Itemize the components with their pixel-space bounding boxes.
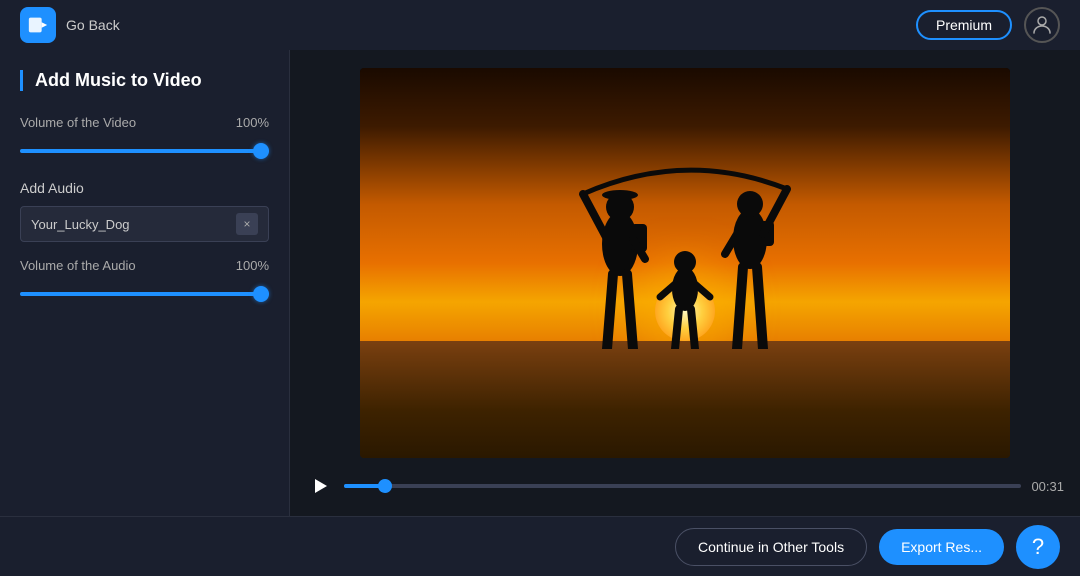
audio-volume-control: Volume of the Audio 100%	[20, 258, 269, 301]
silhouettes-svg	[555, 139, 815, 349]
header-right: Premium	[916, 7, 1060, 43]
video-volume-control: Volume of the Video 100%	[20, 115, 269, 158]
video-preview	[360, 68, 1010, 458]
audio-volume-slider[interactable]	[20, 292, 269, 296]
continue-other-tools-button[interactable]: Continue in Other Tools	[675, 528, 867, 566]
video-volume-slider[interactable]	[20, 149, 269, 153]
video-area: 00:31	[290, 50, 1080, 516]
audio-volume-label: Volume of the Audio	[20, 258, 136, 273]
audio-file-input-row: Your_Lucky_Dog ×	[20, 206, 269, 242]
time-display: 00:31	[1031, 479, 1064, 494]
help-icon: ?	[1032, 534, 1044, 560]
video-volume-label: Volume of the Video	[20, 115, 136, 130]
video-wrapper	[302, 62, 1068, 464]
add-audio-section-label: Add Audio	[20, 180, 269, 196]
help-button[interactable]: ?	[1016, 525, 1060, 569]
progress-thumb	[378, 479, 392, 493]
video-controls: 00:31	[302, 464, 1068, 504]
video-scene	[360, 68, 1010, 458]
horizon	[360, 341, 1010, 458]
video-volume-label-row: Volume of the Video 100%	[20, 115, 269, 130]
audio-volume-value: 100%	[236, 258, 269, 273]
user-avatar[interactable]	[1024, 7, 1060, 43]
app-header: Go Back Premium	[0, 0, 1080, 50]
play-button[interactable]	[306, 472, 334, 500]
sidebar-title: Add Music to Video	[20, 70, 269, 91]
main-content: Add Music to Video Volume of the Video 1…	[0, 50, 1080, 516]
progress-bar[interactable]	[344, 484, 1021, 488]
header-left: Go Back	[20, 7, 120, 43]
premium-button[interactable]: Premium	[916, 10, 1012, 40]
audio-clear-button[interactable]: ×	[236, 213, 258, 235]
go-back-link[interactable]: Go Back	[66, 17, 120, 33]
audio-volume-label-row: Volume of the Audio 100%	[20, 258, 269, 273]
bottom-bar: Continue in Other Tools Export Res... ?	[0, 516, 1080, 576]
audio-file-name: Your_Lucky_Dog	[31, 217, 236, 232]
sidebar: Add Music to Video Volume of the Video 1…	[0, 50, 290, 516]
video-volume-value: 100%	[236, 115, 269, 130]
export-button[interactable]: Export Res...	[879, 529, 1004, 565]
app-logo	[20, 7, 56, 43]
